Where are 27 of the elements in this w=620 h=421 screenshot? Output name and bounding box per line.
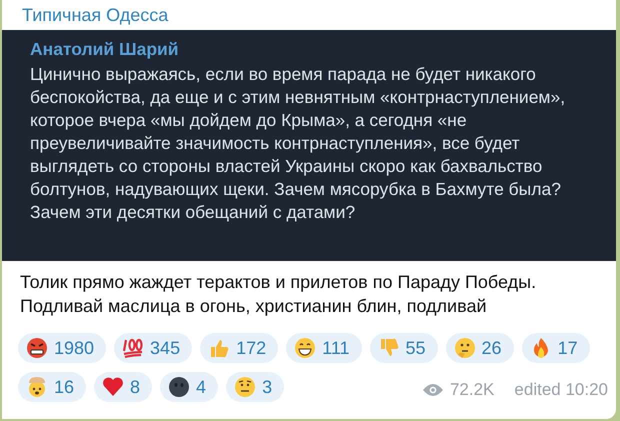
heart-icon xyxy=(102,376,124,398)
reaction-button[interactable]: 172 xyxy=(200,333,278,363)
thinking-face-icon xyxy=(454,337,476,359)
grinning-face-icon xyxy=(294,337,316,359)
reaction-button[interactable]: 1980 xyxy=(18,333,106,363)
edited-time: edited 10:20 xyxy=(514,380,608,400)
dark-face-icon xyxy=(168,376,190,398)
angry-face-icon xyxy=(26,337,48,359)
raised-eyebrow-face-icon xyxy=(234,376,256,398)
message-text: Толик прямо жаждет терактов и прилетов по Параду Победы. Подливай маслица в огонь, христианин блин, подливай xyxy=(19,271,538,318)
reaction-button[interactable]: 17 xyxy=(522,333,590,363)
thumbs-up-icon xyxy=(208,337,230,359)
view-count: 72.2K xyxy=(450,380,494,400)
reaction-button[interactable]: 26 xyxy=(446,333,514,363)
reaction-button[interactable]: 16 xyxy=(18,372,86,402)
eye-icon xyxy=(422,383,444,397)
quote-text: Цинично выражаясь, если во время парада не будет никакого беспокойства, да еще и с этим невнятным «контрнаступлением», которое вчера «мы дойдем до Крыма», а сегодня «не преувеличивайте значимость контрнаступления», все будет выглядеть со стороны властей Украины скоро как бахвальство болтунов, надувающих щеки. Зачем мясорубка в Бахмуте была? Зачем эти десятки обещаний с датами? xyxy=(30,63,566,224)
hundred-icon xyxy=(122,337,144,359)
author-name: Анатолий Шарий xyxy=(30,38,180,61)
reaction-button[interactable]: 8 xyxy=(94,372,152,402)
reaction-button[interactable]: 111 xyxy=(286,333,362,363)
reaction-button[interactable]: 345 xyxy=(114,333,192,363)
exploding-head-icon xyxy=(26,376,48,398)
reaction-button[interactable]: 4 xyxy=(160,372,218,402)
reaction-button[interactable]: 55 xyxy=(370,333,438,363)
reaction-button[interactable]: 3 xyxy=(226,372,284,402)
channel-title[interactable]: Типичная Одесса xyxy=(4,0,616,27)
